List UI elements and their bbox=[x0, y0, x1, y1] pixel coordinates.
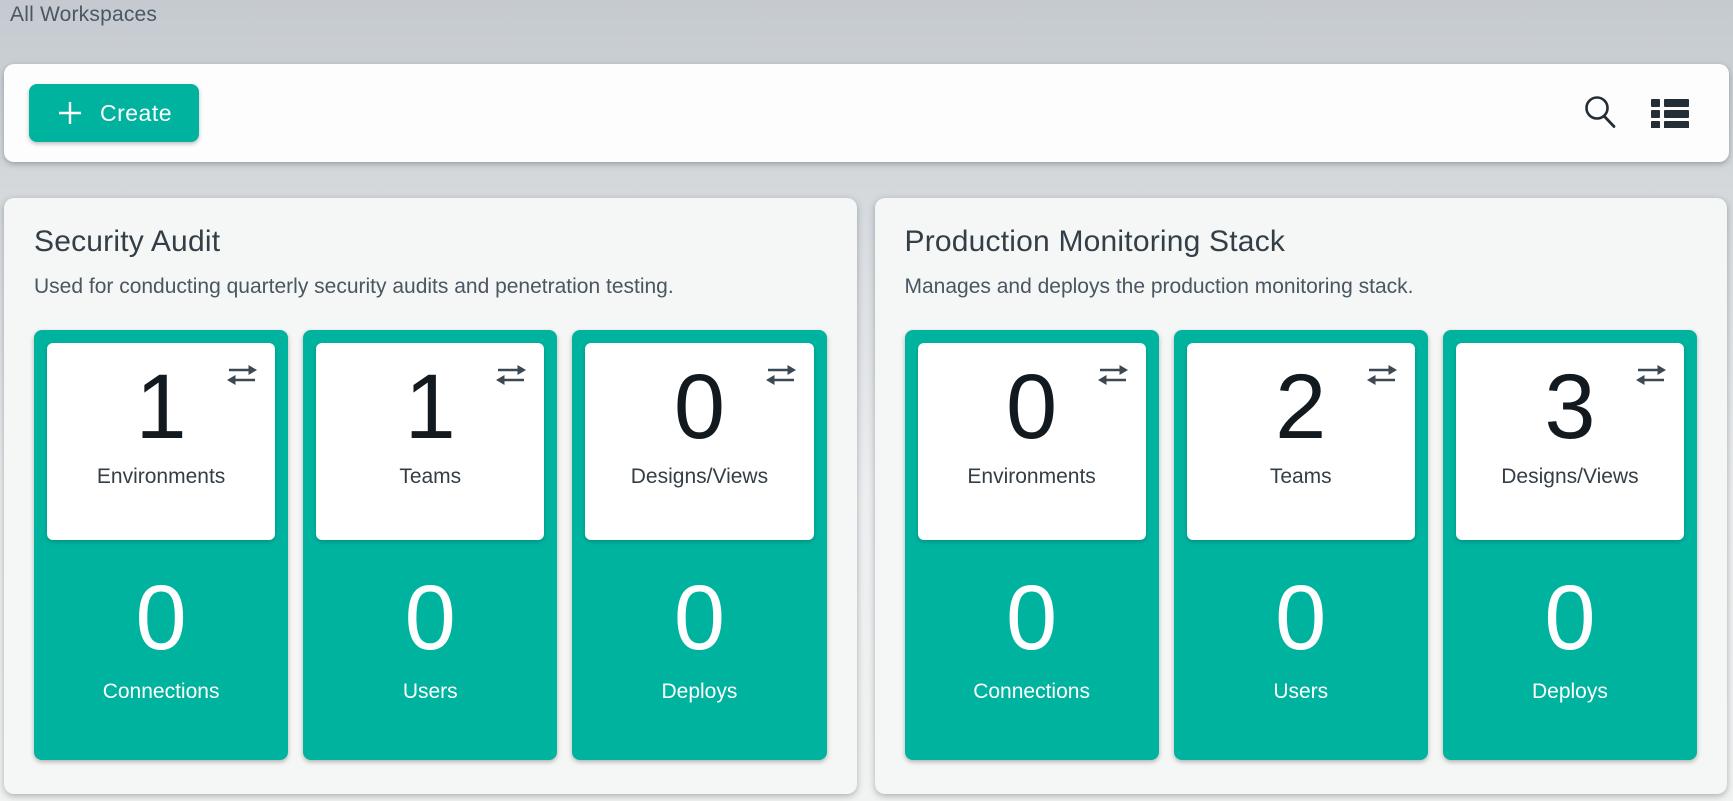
transfer-icon[interactable] bbox=[1634, 363, 1668, 387]
stat-bottom-label: Connections bbox=[47, 680, 275, 704]
stat-top-label: Environments bbox=[47, 465, 275, 489]
list-view-icon[interactable] bbox=[1651, 98, 1689, 128]
stat-bottom-value: 0 bbox=[316, 568, 544, 668]
stat-bottom-label: Connections bbox=[918, 680, 1146, 704]
stat-card[interactable]: 1 Environments 0 Connections bbox=[34, 330, 288, 760]
stat-top-label: Environments bbox=[918, 465, 1146, 489]
transfer-icon[interactable] bbox=[1096, 363, 1130, 387]
search-icon[interactable] bbox=[1581, 93, 1619, 133]
stats-row: 1 Environments 0 Connections 1 Teams 0 U… bbox=[34, 330, 827, 760]
workspace-card[interactable]: Security Audit Used for conducting quart… bbox=[4, 198, 857, 794]
workspace-description: Manages and deploys the production monit… bbox=[905, 272, 1698, 302]
stat-top-panel: 3 Designs/Views bbox=[1456, 343, 1684, 540]
stat-bottom-panel: 0 Connections bbox=[47, 540, 275, 760]
stat-bottom-value: 0 bbox=[1187, 568, 1415, 668]
toolbar-icons bbox=[1581, 93, 1689, 133]
stat-bottom-panel: 0 Connections bbox=[918, 540, 1146, 760]
stat-bottom-label: Deploys bbox=[1456, 680, 1684, 704]
transfer-icon[interactable] bbox=[494, 363, 528, 387]
stat-top-label: Teams bbox=[1187, 465, 1415, 489]
stat-bottom-panel: 0 Users bbox=[1187, 540, 1415, 760]
stat-bottom-label: Users bbox=[316, 680, 544, 704]
transfer-icon[interactable] bbox=[764, 363, 798, 387]
stat-bottom-panel: 0 Deploys bbox=[585, 540, 813, 760]
stat-card[interactable]: 0 Environments 0 Connections bbox=[905, 330, 1159, 760]
stats-row: 0 Environments 0 Connections 2 Teams 0 U… bbox=[905, 330, 1698, 760]
stat-bottom-panel: 0 Users bbox=[316, 540, 544, 760]
stat-bottom-value: 0 bbox=[1456, 568, 1684, 668]
workspace-card[interactable]: Production Monitoring Stack Manages and … bbox=[875, 198, 1728, 794]
stat-bottom-label: Users bbox=[1187, 680, 1415, 704]
stat-card[interactable]: 3 Designs/Views 0 Deploys bbox=[1443, 330, 1697, 760]
stat-top-panel: 1 Environments bbox=[47, 343, 275, 540]
stat-top-panel: 0 Designs/Views bbox=[585, 343, 813, 540]
plus-icon bbox=[56, 99, 84, 127]
stat-bottom-panel: 0 Deploys bbox=[1456, 540, 1684, 760]
transfer-icon[interactable] bbox=[1365, 363, 1399, 387]
stat-top-label: Teams bbox=[316, 465, 544, 489]
stat-top-panel: 0 Environments bbox=[918, 343, 1146, 540]
workspace-title: Security Audit bbox=[34, 222, 827, 262]
stat-top-label: Designs/Views bbox=[585, 465, 813, 489]
transfer-icon[interactable] bbox=[225, 363, 259, 387]
stat-bottom-value: 0 bbox=[47, 568, 275, 668]
page-title: All Workspaces bbox=[10, 3, 157, 27]
create-button-label: Create bbox=[100, 100, 172, 127]
workspace-description: Used for conducting quarterly security a… bbox=[34, 272, 827, 302]
stat-bottom-label: Deploys bbox=[585, 680, 813, 704]
stat-top-label: Designs/Views bbox=[1456, 465, 1684, 489]
stat-bottom-value: 0 bbox=[585, 568, 813, 668]
stat-card[interactable]: 2 Teams 0 Users bbox=[1174, 330, 1428, 760]
stat-card[interactable]: 0 Designs/Views 0 Deploys bbox=[572, 330, 826, 760]
workspaces-row: Security Audit Used for conducting quart… bbox=[4, 198, 1727, 794]
toolbar-card: Create bbox=[4, 64, 1729, 162]
create-button[interactable]: Create bbox=[29, 84, 199, 142]
workspace-title: Production Monitoring Stack bbox=[905, 222, 1698, 262]
stat-card[interactable]: 1 Teams 0 Users bbox=[303, 330, 557, 760]
stat-top-panel: 2 Teams bbox=[1187, 343, 1415, 540]
stat-top-panel: 1 Teams bbox=[316, 343, 544, 540]
stat-bottom-value: 0 bbox=[918, 568, 1146, 668]
